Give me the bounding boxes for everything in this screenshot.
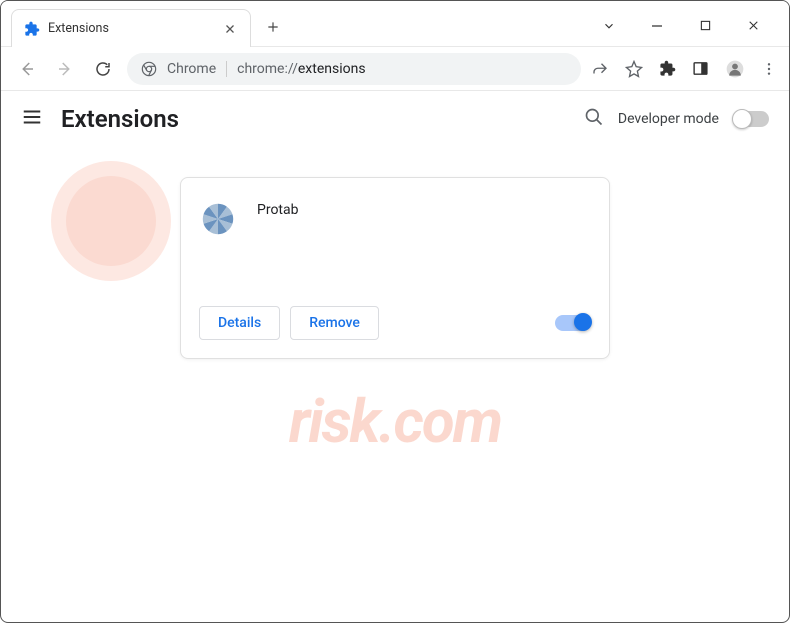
- remove-button[interactable]: Remove: [290, 306, 379, 340]
- page-header: Extensions Developer mode: [1, 91, 789, 147]
- maximize-button[interactable]: [695, 16, 715, 36]
- divider: [226, 61, 227, 77]
- forward-button[interactable]: [51, 55, 79, 83]
- bookmark-star-icon[interactable]: [625, 60, 643, 78]
- extensions-puzzle-icon[interactable]: [659, 60, 676, 77]
- extension-app-icon: [199, 200, 237, 238]
- details-button[interactable]: Details: [199, 306, 280, 340]
- browser-titlebar: Extensions: [1, 1, 789, 47]
- sidepanel-icon[interactable]: [692, 60, 709, 77]
- browser-toolbar: Chrome chrome://extensions: [1, 47, 789, 91]
- omnibox-label: Chrome: [167, 61, 216, 77]
- omnibox-url: chrome://extensions: [237, 61, 365, 77]
- address-bar[interactable]: Chrome chrome://extensions: [127, 53, 581, 85]
- developer-mode-toggle[interactable]: [733, 111, 769, 127]
- profile-avatar-icon[interactable]: [725, 59, 745, 79]
- close-window-button[interactable]: [743, 16, 763, 36]
- new-tab-button[interactable]: [259, 13, 287, 41]
- minimize-button[interactable]: [647, 16, 667, 36]
- toolbar-actions: [591, 59, 777, 79]
- reload-button[interactable]: [89, 55, 117, 83]
- kebab-menu-icon[interactable]: [761, 61, 777, 77]
- extension-puzzle-icon: [24, 21, 40, 37]
- chevron-down-icon[interactable]: [599, 16, 619, 36]
- window-controls: [599, 1, 789, 46]
- chrome-icon: [141, 61, 157, 77]
- extension-name: Protab: [257, 202, 298, 218]
- browser-tab[interactable]: Extensions: [11, 9, 251, 47]
- extension-card: Protab Details Remove: [180, 177, 610, 359]
- extensions-content: Protab Details Remove: [1, 147, 789, 359]
- tab-title: Extensions: [48, 21, 214, 36]
- page-title: Extensions: [61, 105, 179, 133]
- search-icon[interactable]: [584, 107, 604, 131]
- share-icon[interactable]: [591, 60, 609, 78]
- extension-enable-toggle[interactable]: [555, 315, 591, 331]
- hamburger-menu-icon[interactable]: [21, 106, 43, 132]
- developer-mode-label: Developer mode: [618, 111, 719, 127]
- back-button[interactable]: [13, 55, 41, 83]
- close-tab-icon[interactable]: [222, 21, 238, 37]
